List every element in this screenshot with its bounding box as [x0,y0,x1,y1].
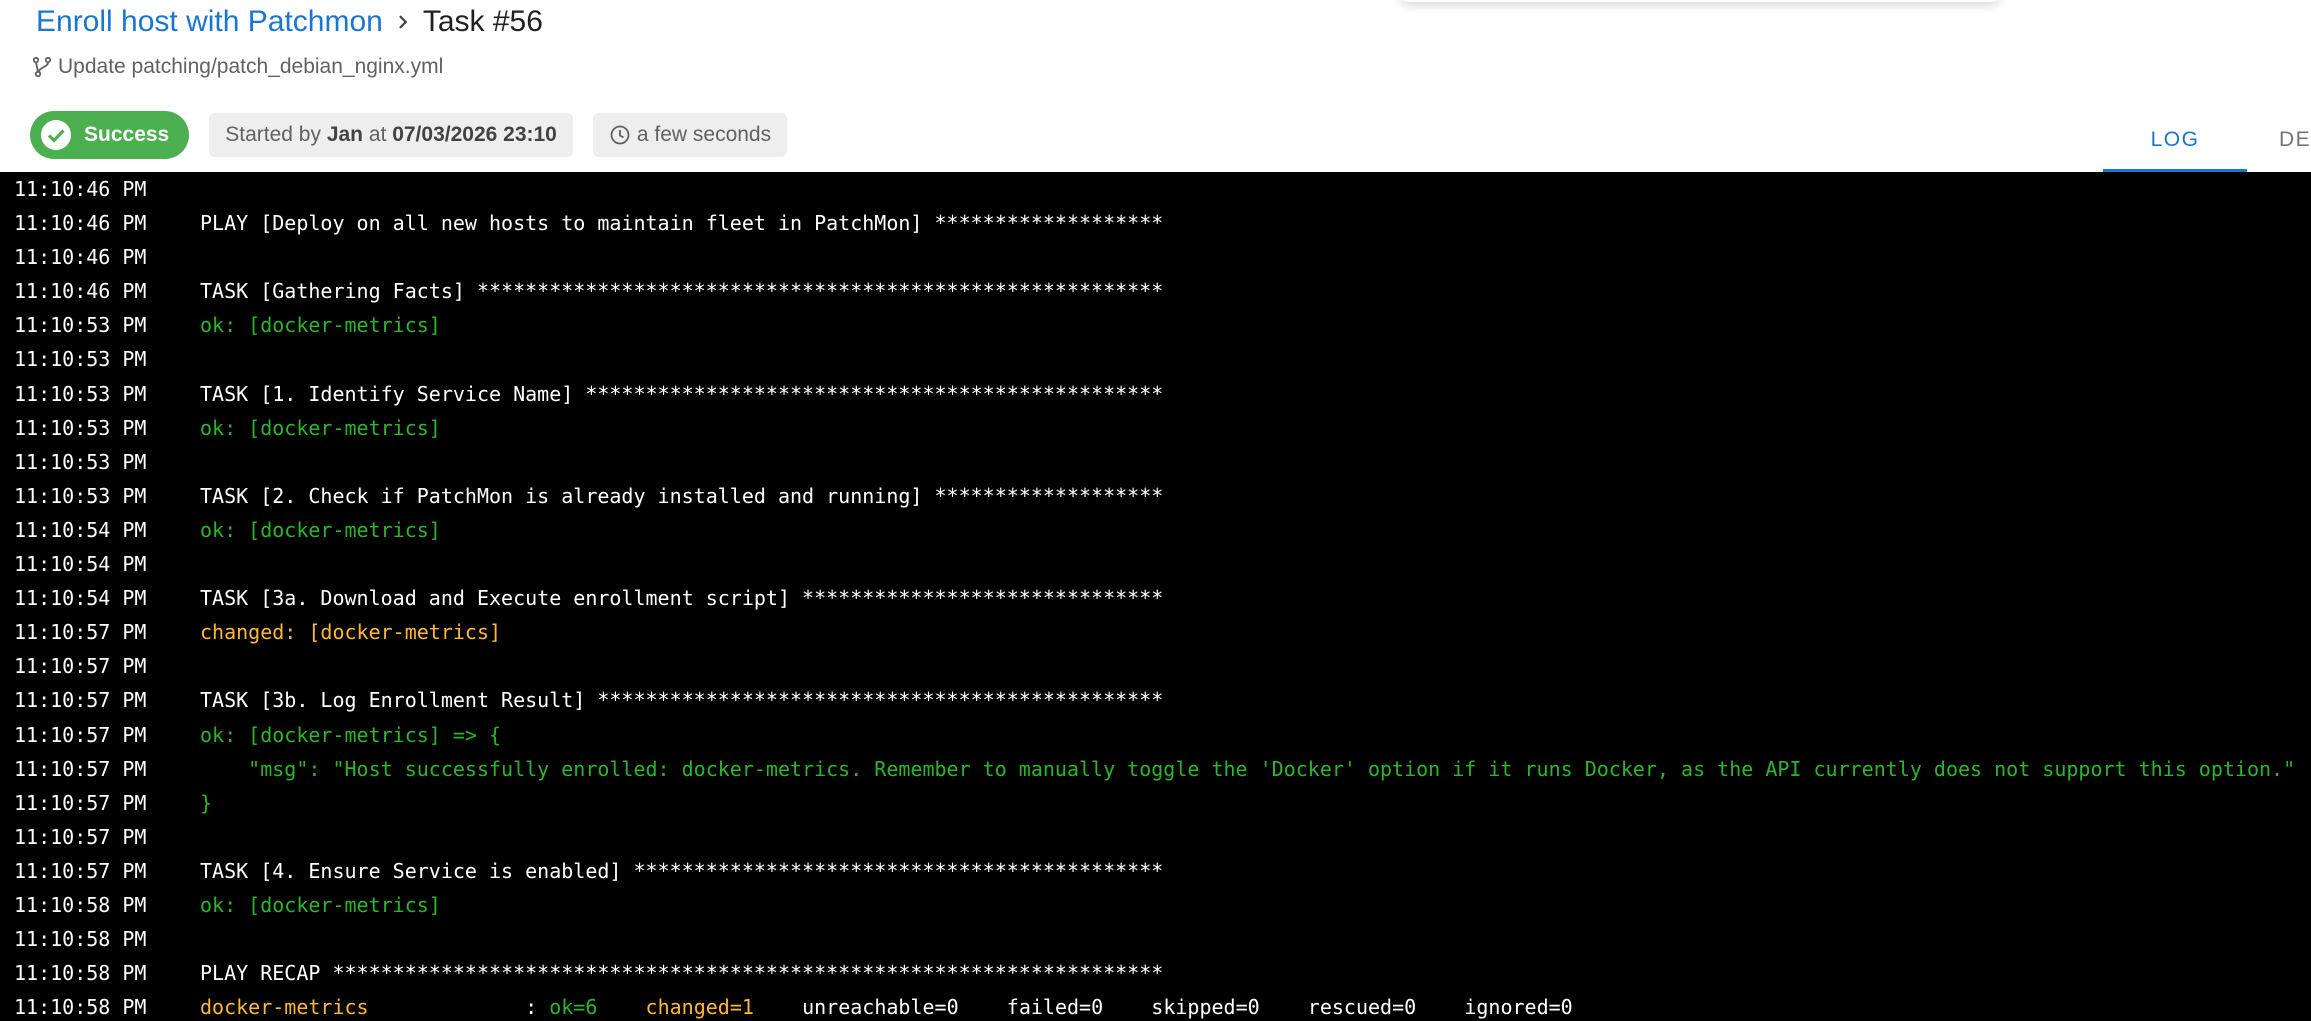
log-timestamp: 11:10:46 PM [14,245,147,270]
log-message: ok: [docker-metrics] => { [200,718,501,752]
log-timestamp: 11:10:53 PM [14,347,147,372]
log-message: ok: [docker-metrics] [200,888,441,922]
log-segment: docker-metrics [200,995,369,1020]
log-segment: TASK [3a. Download and Execute enrollmen… [200,586,1164,611]
log-timestamp: 11:10:57 PM [14,654,147,679]
log-message: TASK [4. Ensure Service is enabled] ****… [200,854,1163,888]
log-message: TASK [3a. Download and Execute enrollmen… [200,581,1163,615]
started-by-chip: Started by Jan at 07/03/2026 23:10 [209,113,573,157]
log-segment: TASK [Gathering Facts] *****************… [200,279,1164,304]
task-title: Task #56 [422,5,543,38]
log-timestamp: 11:10:57 PM [14,620,147,645]
log-message: TASK [1. Identify Service Name] ********… [200,377,1163,411]
log-timestamp: 11:10:57 PM [14,824,147,849]
log-segment: TASK [3b. Log Enrollment Result] *******… [200,688,1164,713]
log-timestamp: 11:10:58 PM [14,995,147,1020]
log-timestamp: 11:10:54 PM [14,517,147,542]
log-message: TASK [2. Check if PatchMon is already in… [200,479,1163,513]
log-segment: PLAY [Deploy on all new hosts to maintai… [200,211,1164,236]
log-timestamp: 11:10:58 PM [14,892,147,917]
log-message: TASK [Gathering Facts] *****************… [200,274,1163,308]
breadcrumb: Enroll host with Patchmon Task #56 [36,2,543,42]
log-segment: ok: [docker-metrics] [200,892,441,917]
log-segment: TASK [1. Identify Service Name] ********… [200,381,1164,406]
commit-message: Update patching/patch_debian_nginx.yml [58,55,444,78]
started-prefix: Started by [225,123,321,146]
log-segment: changed=1 [645,995,754,1020]
task-tabs: LOG DET [2103,108,2311,172]
log-message: TASK [3b. Log Enrollment Result] *******… [200,683,1163,717]
log-segment: unreachable=0 failed=0 skipped=0 rescued… [753,995,1573,1020]
log-message: changed: [docker-metrics] [200,615,501,649]
log-segment: ok: [docker-metrics] => { [200,722,502,747]
log-message: ok: [docker-metrics] [200,411,441,445]
log-segment: TASK [4. Ensure Service is enabled] ****… [200,858,1164,883]
overlay-edge [1400,0,2000,2]
log-timestamp: 11:10:57 PM [14,858,147,883]
log-segment: TASK [2. Check if PatchMon is already in… [200,483,1164,508]
log-timestamp: 11:10:58 PM [14,961,147,986]
log-timestamp: 11:10:53 PM [14,381,147,406]
log-message: ok: [docker-metrics] [200,308,441,342]
log-segment: ok: [docker-metrics] [200,415,441,440]
log-message: docker-metrics : ok=6 changed=1 unreacha… [200,990,1573,1021]
log-message: ok: [docker-metrics] [200,513,441,547]
duration-chip: a few seconds [592,113,788,157]
log-timestamp: 11:10:46 PM [14,211,147,236]
log-segment: } [200,790,213,815]
log-segment: "msg": "Host successfully enrolled: dock… [200,756,2296,781]
template-link[interactable]: Enroll host with Patchmon [36,5,383,39]
status-row: Success Started by Jan at 07/03/2026 23:… [30,111,788,159]
check-circle-icon [40,119,72,151]
log-segment [597,995,645,1019]
log-timestamp: 11:10:54 PM [14,552,147,577]
log-segment: ok: [docker-metrics] [200,313,441,338]
log-timestamp: 11:10:57 PM [14,688,147,713]
log-message: PLAY [Deploy on all new hosts to maintai… [200,206,1163,240]
log-timestamp: 11:10:57 PM [14,722,147,747]
started-at-word: at [368,123,387,146]
log-timestamp: 11:10:53 PM [14,483,147,508]
log-timestamp: 11:10:58 PM [14,927,147,952]
clock-icon [609,124,631,146]
log-segment: changed: [docker-metrics] [200,620,502,645]
tab-log[interactable]: LOG [2103,108,2247,172]
log-timestamp: 11:10:57 PM [14,756,147,781]
chevron-right-icon [383,11,423,33]
log-timestamp: 11:10:53 PM [14,449,147,474]
log-timestamp: 11:10:54 PM [14,586,147,611]
status-label: Success [84,123,170,146]
status-badge: Success [30,111,190,159]
log-timestamp: 11:10:46 PM [14,279,147,304]
log-segment: ok=6 [549,995,598,1020]
tab-details[interactable]: DET [2247,108,2311,172]
duration-text: a few seconds [636,123,772,146]
log-timestamp: 11:10:53 PM [14,313,147,338]
commit-info: Update patching/patch_debian_nginx.yml [32,52,443,82]
started-at: 07/03/2026 23:10 [392,123,557,146]
started-user: Jan [326,123,363,146]
task-header: Enroll host with Patchmon Task #56 Updat… [0,0,2311,172]
log-timestamp: 11:10:46 PM [14,177,147,201]
task-log-output[interactable]: 11:10:46 PM 11:10:46 PM PLAY [Deploy on al… [0,172,2311,1021]
log-segment: PLAY RECAP *****************************… [200,961,1164,986]
log-segment: : [368,995,550,1020]
log-message: PLAY RECAP *****************************… [200,956,1163,990]
log-timestamp: 11:10:57 PM [14,790,147,815]
log-message: "msg": "Host successfully enrolled: dock… [200,752,2295,786]
log-message: } [200,786,212,820]
log-segment: ok: [docker-metrics] [200,517,441,542]
source-branch-icon [32,56,52,78]
log-timestamp: 11:10:53 PM [14,415,147,440]
